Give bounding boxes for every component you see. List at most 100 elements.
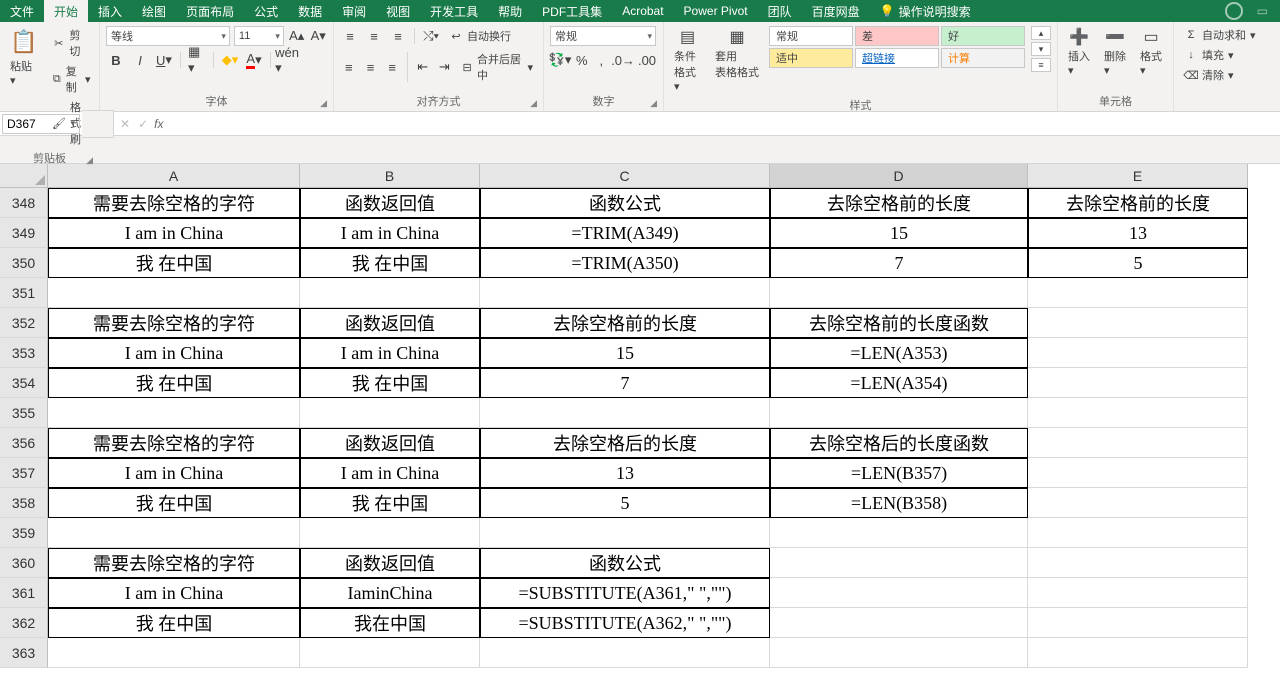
cell-B358[interactable]: 我 在中国 xyxy=(300,488,480,518)
cell-E352[interactable] xyxy=(1028,308,1248,338)
tab-review[interactable]: 审阅 xyxy=(332,0,376,22)
orientation-icon[interactable]: ⤭▾ xyxy=(421,26,441,46)
cell-C350[interactable]: =TRIM(A350) xyxy=(480,248,770,278)
tab-file[interactable]: 文件 xyxy=(0,0,44,22)
clipboard-launcher[interactable]: ◢ xyxy=(86,155,93,166)
cell-E356[interactable] xyxy=(1028,428,1248,458)
cell-A351[interactable] xyxy=(48,278,300,308)
font-color-button[interactable]: A▾ xyxy=(244,50,264,70)
cell-A363[interactable] xyxy=(48,638,300,668)
cell-A361[interactable]: I am in China xyxy=(48,578,300,608)
account-icon[interactable] xyxy=(1225,2,1243,20)
cell-A356[interactable]: 需要去除空格的字符 xyxy=(48,428,300,458)
cell-B349[interactable]: I am in China xyxy=(300,218,480,248)
number-format-select[interactable]: 常规 xyxy=(550,26,656,46)
increase-font-icon[interactable]: A▴ xyxy=(288,26,306,46)
tab-view[interactable]: 视图 xyxy=(376,0,420,22)
cancel-formula-icon[interactable]: ✕ xyxy=(120,117,130,131)
tab-insert[interactable]: 插入 xyxy=(88,0,132,22)
cell-E362[interactable] xyxy=(1028,608,1248,638)
cell-C363[interactable] xyxy=(480,638,770,668)
tab-help[interactable]: 帮助 xyxy=(488,0,532,22)
cell-B355[interactable] xyxy=(300,398,480,428)
cell-D352[interactable]: 去除空格前的长度函数 xyxy=(770,308,1028,338)
paste-button[interactable]: 📋 粘贴 ▾ xyxy=(6,26,42,89)
row-header-362[interactable]: 362 xyxy=(0,608,48,638)
cell-B357[interactable]: I am in China xyxy=(300,458,480,488)
cell-D349[interactable]: 15 xyxy=(770,218,1028,248)
cell-C358[interactable]: 5 xyxy=(480,488,770,518)
decrease-decimal-icon[interactable]: .00 xyxy=(637,50,657,70)
align-launcher[interactable]: ◢ xyxy=(530,98,537,109)
cell-C360[interactable]: 函数公式 xyxy=(480,548,770,578)
italic-button[interactable]: I xyxy=(130,50,150,70)
cell-A358[interactable]: 我 在中国 xyxy=(48,488,300,518)
align-right-icon[interactable]: ≡ xyxy=(383,57,401,77)
cell-D356[interactable]: 去除空格后的长度函数 xyxy=(770,428,1028,458)
cell-A350[interactable]: 我 在中国 xyxy=(48,248,300,278)
cell-C348[interactable]: 函数公式 xyxy=(480,188,770,218)
tab-formulas[interactable]: 公式 xyxy=(244,0,288,22)
style-bad[interactable]: 差 xyxy=(855,26,939,46)
tab-power-pivot[interactable]: Power Pivot xyxy=(674,0,758,22)
cell-B356[interactable]: 函数返回值 xyxy=(300,428,480,458)
align-bottom-icon[interactable]: ≡ xyxy=(388,26,408,46)
cell-D355[interactable] xyxy=(770,398,1028,428)
align-middle-icon[interactable]: ≡ xyxy=(364,26,384,46)
font-launcher[interactable]: ◢ xyxy=(320,98,327,109)
cell-A355[interactable] xyxy=(48,398,300,428)
formula-input[interactable] xyxy=(171,117,1280,131)
cell-E360[interactable] xyxy=(1028,548,1248,578)
comma-icon[interactable]: , xyxy=(594,50,610,70)
number-launcher[interactable]: ◢ xyxy=(650,98,657,109)
align-left-icon[interactable]: ≡ xyxy=(340,57,358,77)
font-name-select[interactable]: 等线 xyxy=(106,26,230,46)
cell-B350[interactable]: 我 在中国 xyxy=(300,248,480,278)
select-all-corner[interactable] xyxy=(0,164,48,188)
fill-color-button[interactable]: ◆▾ xyxy=(220,50,240,70)
row-header-354[interactable]: 354 xyxy=(0,368,48,398)
cell-D351[interactable] xyxy=(770,278,1028,308)
decrease-indent-icon[interactable]: ⇤ xyxy=(414,57,432,77)
cell-B352[interactable]: 函数返回值 xyxy=(300,308,480,338)
cell-D359[interactable] xyxy=(770,518,1028,548)
percent-icon[interactable]: % xyxy=(574,50,590,70)
cell-C354[interactable]: 7 xyxy=(480,368,770,398)
style-good[interactable]: 好 xyxy=(941,26,1025,46)
fx-icon[interactable]: fx xyxy=(154,117,171,131)
tab-data[interactable]: 数据 xyxy=(288,0,332,22)
cell-E348[interactable]: 去除空格前的长度 xyxy=(1028,188,1248,218)
spreadsheet-grid[interactable]: ABCDE348需要去除空格的字符函数返回值函数公式去除空格前的长度去除空格前的… xyxy=(0,164,1280,668)
autosum-button[interactable]: Σ自动求和 ▾ xyxy=(1180,26,1268,44)
cell-B362[interactable]: 我在中国 xyxy=(300,608,480,638)
row-header-355[interactable]: 355 xyxy=(0,398,48,428)
merge-center-button[interactable]: ⊟合并后居中 ▾ xyxy=(457,50,537,84)
style-normal[interactable]: 常规 xyxy=(769,26,853,46)
align-center-icon[interactable]: ≡ xyxy=(362,57,380,77)
cell-E353[interactable] xyxy=(1028,338,1248,368)
cell-C349[interactable]: =TRIM(A349) xyxy=(480,218,770,248)
border-button[interactable]: ▦ ▾ xyxy=(187,50,207,70)
font-size-select[interactable]: 11 xyxy=(234,26,284,46)
cell-E357[interactable] xyxy=(1028,458,1248,488)
phonetic-button[interactable]: wén ▾ xyxy=(277,50,297,70)
column-header-A[interactable]: A xyxy=(48,164,300,188)
tell-me-search[interactable]: 💡 操作说明搜索 xyxy=(870,0,981,22)
cell-D348[interactable]: 去除空格前的长度 xyxy=(770,188,1028,218)
styles-scroll-up[interactable]: ▴ xyxy=(1031,26,1051,40)
cell-A360[interactable]: 需要去除空格的字符 xyxy=(48,548,300,578)
cell-C351[interactable] xyxy=(480,278,770,308)
cell-B360[interactable]: 函数返回值 xyxy=(300,548,480,578)
delete-cells-button[interactable]: ➖删除▾ xyxy=(1100,26,1130,79)
cell-C359[interactable] xyxy=(480,518,770,548)
cell-B348[interactable]: 函数返回值 xyxy=(300,188,480,218)
row-header-358[interactable]: 358 xyxy=(0,488,48,518)
cell-C357[interactable]: 13 xyxy=(480,458,770,488)
column-header-B[interactable]: B xyxy=(300,164,480,188)
cell-A362[interactable]: 我 在中国 xyxy=(48,608,300,638)
column-header-D[interactable]: D xyxy=(770,164,1028,188)
style-neutral[interactable]: 适中 xyxy=(769,48,853,68)
tab-page-layout[interactable]: 页面布局 xyxy=(176,0,244,22)
row-header-350[interactable]: 350 xyxy=(0,248,48,278)
cell-B354[interactable]: 我 在中国 xyxy=(300,368,480,398)
